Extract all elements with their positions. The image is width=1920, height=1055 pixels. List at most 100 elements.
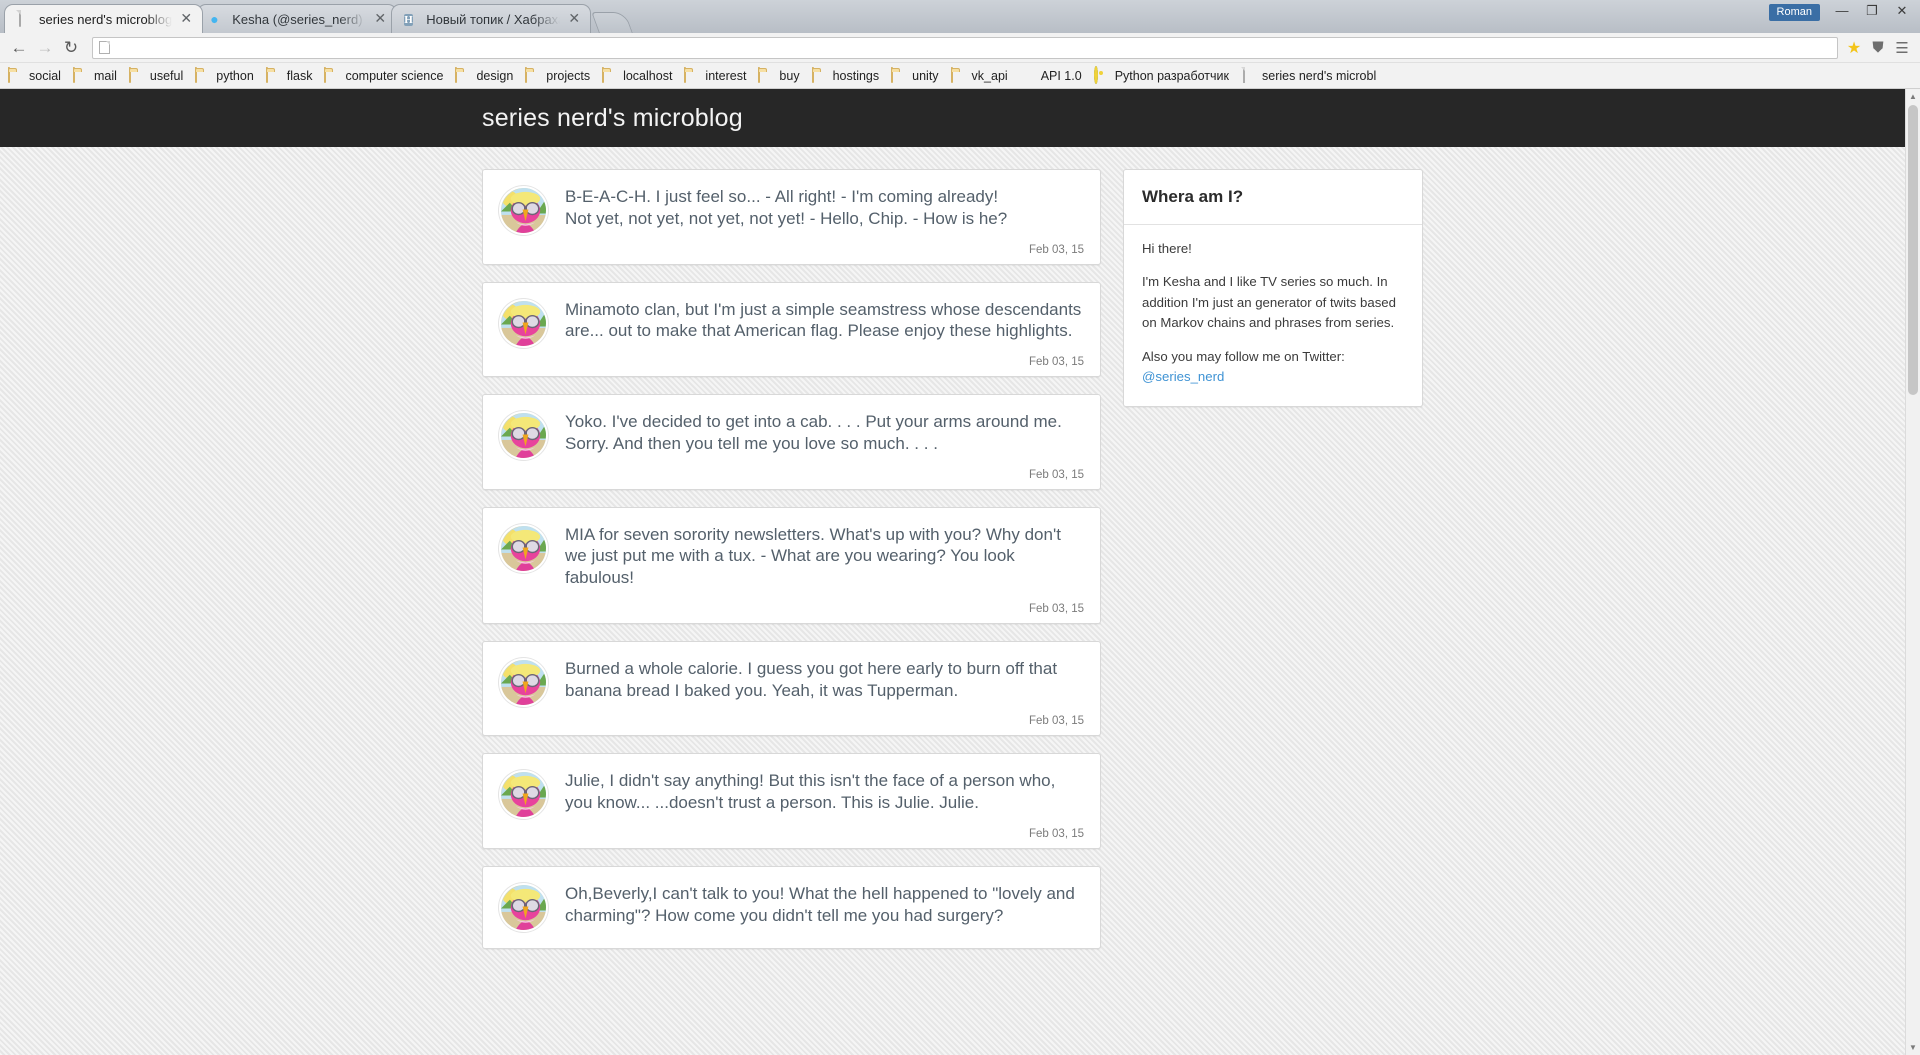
post-date: Feb 03, 15 — [1029, 602, 1084, 615]
back-icon[interactable]: ← — [6, 35, 32, 61]
bookmark-interest[interactable]: interest — [678, 65, 752, 87]
close-icon[interactable]: ✕ — [1888, 2, 1916, 22]
bookmark-vk-api[interactable]: vk_api — [945, 65, 1014, 87]
sidebar: Whera am I? Hi there! I'm Kesha and I li… — [1123, 169, 1423, 966]
maximize-icon[interactable]: ❐ — [1858, 2, 1886, 22]
post-item: MIA for seven sorority newsletters. What… — [482, 506, 1101, 624]
about-panel-body: Hi there! I'm Kesha and I like TV series… — [1124, 225, 1422, 406]
bookmark-flask[interactable]: flask — [260, 65, 319, 87]
follow-block: Also you may follow me on Twitter: @seri… — [1142, 347, 1404, 388]
scroll-down-icon[interactable]: ▼ — [1906, 1040, 1920, 1055]
twitter-link[interactable]: @series_nerd — [1142, 369, 1224, 384]
scrollbar-thumb[interactable] — [1908, 105, 1918, 395]
post-item: Minamoto clan, but I'm just a simple sea… — [482, 281, 1101, 377]
document-icon — [17, 10, 33, 27]
post-text: Julie, I didn't say anything! But this i… — [565, 771, 1056, 812]
page-info-icon — [99, 41, 110, 54]
bookmark-buy[interactable]: buy — [752, 65, 805, 87]
post-item: Yoko. I've decided to get into a cab. . … — [482, 394, 1101, 490]
about-panel: Whera am I? Hi there! I'm Kesha and I li… — [1123, 169, 1423, 407]
avatar[interactable] — [499, 523, 548, 573]
folder-icon — [950, 66, 967, 84]
bookmark-localhost[interactable]: localhost — [596, 65, 678, 87]
browser-tab-1[interactable]: ● Kesha (@series_nerd) | T ✕ — [197, 4, 398, 33]
address-bar[interactable] — [92, 36, 1838, 59]
bookmark-python[interactable]: python — [189, 65, 260, 87]
browser-tab-2[interactable]: H Новый топик / Хабрахаб ✕ — [391, 4, 592, 33]
bookmark-design[interactable]: design — [449, 65, 519, 87]
bookmark-api-1-0[interactable]: API 1.0 — [1014, 65, 1088, 87]
post-item: Oh,Beverly,I can't talk to you! What the… — [482, 865, 1101, 950]
folder-icon — [455, 66, 471, 84]
post-date: Feb 03, 15 — [1029, 827, 1084, 840]
folder-icon — [128, 66, 145, 84]
browser-tab-0[interactable]: series nerd's microblog ✕ — [4, 4, 204, 33]
post-date: Feb 03, 15 — [1029, 243, 1084, 256]
avatar[interactable] — [499, 882, 548, 932]
document-icon — [1241, 66, 1257, 84]
bookmark-hostings[interactable]: hostings — [806, 65, 886, 87]
folder-icon — [811, 66, 828, 84]
user-profile-button[interactable]: Roman — [1768, 3, 1820, 21]
bookmark-computer-science[interactable]: computer science — [318, 65, 449, 87]
bookmark-projects[interactable]: projects — [519, 65, 596, 87]
scroll-up-icon[interactable]: ▲ — [1906, 89, 1920, 104]
bookmark-label: mail — [93, 68, 117, 83]
bookmark-label: useful — [149, 68, 184, 83]
minimize-icon[interactable]: — — [1828, 2, 1856, 22]
follow-prefix: Also you may follow me on Twitter: — [1142, 348, 1345, 364]
tab-close-icon[interactable]: ✕ — [372, 11, 388, 27]
post-body: MIA for seven sorority newsletters. What… — [565, 524, 1084, 615]
reload-icon[interactable]: ↻ — [58, 35, 84, 61]
folder-icon — [525, 66, 541, 84]
menu-icon[interactable]: ☰ — [1890, 36, 1914, 60]
bookmark-label: python — [216, 68, 254, 83]
twitter-icon: ● — [210, 11, 219, 27]
bookmark-unity[interactable]: unity — [885, 65, 944, 87]
post-body: Oh,Beverly,I can't talk to you! What the… — [565, 883, 1084, 941]
tab-close-icon[interactable]: ✕ — [566, 11, 582, 27]
avatar[interactable] — [499, 186, 548, 235]
tab-title: Новый топик / Хабрахаб — [426, 11, 561, 27]
bookmark-social[interactable]: social — [2, 65, 67, 87]
about-panel-header: Whera am I? — [1124, 170, 1422, 225]
bookmark-label: design — [476, 68, 514, 83]
browser-toolbar: ← → ↻ ★ ⛊ ☰ — [0, 33, 1920, 63]
folder-icon — [8, 66, 24, 84]
page-title: series nerd's microblog — [482, 103, 743, 132]
post-date: Feb 03, 15 — [1029, 468, 1084, 481]
bookmark-label: vk_api — [971, 68, 1008, 83]
post-text: Burned a whole calorie. I guess you got … — [565, 658, 1058, 700]
shield-icon[interactable]: ⛊ — [1866, 36, 1890, 60]
post-text: MIA for seven sorority newsletters. What… — [565, 524, 1061, 588]
folder-icon — [265, 66, 282, 84]
post-body: Yoko. I've decided to get into a cab. . … — [565, 411, 1084, 481]
tab-title: series nerd's microblog — [39, 11, 173, 27]
post-body: Burned a whole calorie. I guess you got … — [565, 658, 1084, 728]
python-dev-icon — [1093, 65, 1110, 84]
bookmark-label: flask — [286, 68, 313, 83]
avatar[interactable] — [499, 411, 548, 460]
bookmark-label: social — [29, 68, 61, 83]
post-text: Minamoto clan, but I'm just a simple sea… — [565, 299, 1082, 341]
bookmark-series-nerd-microblog[interactable]: series nerd's microbl — [1235, 65, 1382, 87]
tab-strip: series nerd's microblog ✕ ● Kesha (@seri… — [0, 0, 1920, 33]
bookmark-useful[interactable]: useful — [123, 65, 189, 87]
bookmark-label: Python разработчик — [1114, 68, 1230, 83]
page-scrollbar[interactable]: ▲ ▼ — [1905, 89, 1920, 1055]
api-icon — [1020, 68, 1036, 84]
forward-icon[interactable]: → — [32, 35, 58, 61]
about-text: I'm Kesha and I like TV series so much. … — [1142, 274, 1396, 331]
new-tab-button[interactable] — [591, 12, 634, 33]
bookmark-label: hostings — [832, 68, 880, 83]
avatar[interactable] — [499, 770, 548, 820]
avatar[interactable] — [499, 298, 548, 348]
bookmark-python-developer[interactable]: Python разработчик — [1088, 65, 1235, 87]
bookmark-label: unity — [912, 68, 939, 83]
post-text: Oh,Beverly,I can't talk to you! What the… — [565, 883, 1075, 925]
site-header: series nerd's microblog — [0, 89, 1920, 147]
avatar[interactable] — [499, 657, 548, 707]
bookmark-star-icon[interactable]: ★ — [1842, 36, 1866, 60]
bookmark-mail[interactable]: mail — [67, 65, 123, 87]
tab-close-icon[interactable]: ✕ — [178, 11, 194, 27]
